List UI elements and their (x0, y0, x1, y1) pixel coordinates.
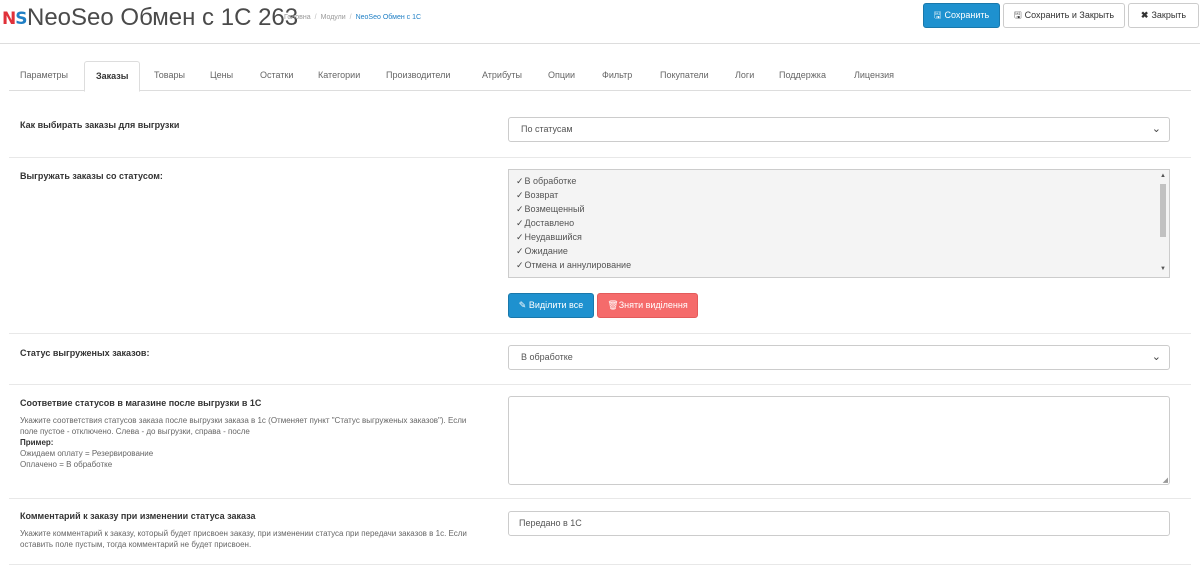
status-item-failed[interactable]: ✓Неудавшийся (516, 232, 582, 243)
scroll-up-icon[interactable]: ▲ (1160, 173, 1166, 179)
breadcrumb: Головна / Модули / NeoSeo Обмен с 1С (284, 14, 422, 21)
select-all-button[interactable]: ✎ Виділити все (508, 293, 594, 318)
status-mapping-label: Соответвие статусов в магазине после выг… (20, 398, 262, 408)
check-icon: ✓ (516, 246, 524, 256)
check-icon: ✓ (516, 232, 524, 242)
neoseo-logo: NS (2, 9, 28, 29)
comment-input[interactable]: Передано в 1С (508, 511, 1170, 536)
status-item-delivered[interactable]: ✓Доставлено (516, 218, 574, 229)
tab-prices[interactable]: Цены (199, 61, 244, 91)
resize-handle-icon[interactable]: ◢ (1163, 476, 1168, 484)
check-icon: ✓ (516, 218, 524, 228)
exported-status-label: Статус выгруженых заказов: (20, 348, 150, 358)
exported-status-dropdown[interactable]: В обработке ⌄ (508, 345, 1170, 370)
tab-logs[interactable]: Логи (724, 61, 765, 91)
form-row-status-mapping: Соответвие статусов в магазине после выг… (9, 385, 1191, 499)
status-item-cancelled[interactable]: ✓Отмена и аннулирование (516, 260, 631, 271)
tab-categories[interactable]: Категории (307, 61, 371, 91)
chevron-down-icon: ⌄ (1151, 123, 1161, 135)
comment-label: Комментарий к заказу при изменении стату… (20, 511, 256, 521)
scroll-thumb[interactable] (1160, 184, 1166, 237)
top-header: NS NeoSeo Обмен с 1С 263 Головна / Модули /… (0, 0, 1200, 44)
trash-icon: 🗑 (607, 300, 619, 310)
chevron-down-icon: ⌄ (1151, 351, 1161, 363)
check-icon: ✓ (516, 204, 524, 214)
form-row-export-statuses: Выгружать заказы со статусом: ✓В обработ… (9, 158, 1191, 334)
status-mapping-textarea[interactable]: ◢ (508, 396, 1170, 485)
floppy-icon: 🖫 (1013, 10, 1022, 20)
status-item-pending[interactable]: ✓Ожидание (516, 246, 568, 257)
form-row-select-method: Как выбирать заказы для выгрузки По стат… (9, 105, 1191, 158)
unselect-all-button[interactable]: 🗑Зняти виділення (597, 293, 698, 318)
form-row-exported-status: Статус выгруженых заказов: В обработке ⌄ (9, 334, 1191, 385)
tab-support[interactable]: Поддержка (768, 61, 837, 91)
checklist-scrollbar[interactable]: ▲ ▼ (1157, 170, 1169, 277)
x-icon: ✖ (1140, 10, 1149, 20)
pencil-icon: ✎ (518, 300, 529, 310)
export-statuses-label: Выгружать заказы со статусом: (20, 171, 163, 181)
comment-help: Укажите комментарий к заказу, который бу… (20, 529, 467, 549)
save-button[interactable]: 🖫 Сохранить (923, 3, 1000, 28)
tab-license[interactable]: Лицензия (843, 61, 905, 91)
check-icon: ✓ (516, 190, 524, 200)
status-item-refunded[interactable]: ✓Возмещенный (516, 204, 585, 215)
save-and-close-button[interactable]: 🖫 Сохранить и Закрыть (1003, 3, 1125, 28)
tab-attributes[interactable]: Атрибуты (471, 61, 533, 91)
tab-products[interactable]: Товары (143, 61, 196, 91)
breadcrumb-current[interactable]: NeoSeo Обмен с 1С (356, 14, 421, 21)
select-method-label: Как выбирать заказы для выгрузки (20, 120, 180, 130)
floppy-icon: 🖫 (933, 10, 942, 20)
page-title: NeoSeo Обмен с 1С 263 (27, 4, 299, 31)
tab-manufacturers[interactable]: Производители (375, 61, 461, 91)
tab-bar: Параметры Заказы Товары Цены Остатки Кат… (9, 61, 1191, 92)
tab-parameters[interactable]: Параметры (9, 61, 79, 91)
scroll-down-icon[interactable]: ▼ (1160, 266, 1166, 272)
tab-options[interactable]: Опции (537, 61, 586, 91)
status-mapping-help: Укажите соответствия статусов заказа пос… (20, 416, 467, 469)
breadcrumb-home[interactable]: Головна (284, 14, 311, 21)
tab-orders[interactable]: Заказы (84, 61, 141, 92)
status-item-return[interactable]: ✓Возврат (516, 190, 558, 201)
select-method-dropdown[interactable]: По статусам ⌄ (508, 117, 1170, 142)
tab-filter[interactable]: Фильтр (591, 61, 643, 91)
status-item-processing[interactable]: ✓В обработке (516, 176, 576, 187)
status-checklist[interactable]: ✓В обработке ✓Возврат ✓Возмещенный ✓Дост… (508, 169, 1170, 278)
check-icon: ✓ (516, 260, 524, 270)
close-button[interactable]: ✖ Закрыть (1128, 3, 1199, 28)
tab-stock[interactable]: Остатки (249, 61, 304, 91)
check-icon: ✓ (516, 176, 524, 186)
form-row-comment: Комментарий к заказу при изменении стату… (9, 499, 1191, 565)
breadcrumb-modules[interactable]: Модули (321, 14, 346, 21)
tab-customers[interactable]: Покупатели (649, 61, 720, 91)
